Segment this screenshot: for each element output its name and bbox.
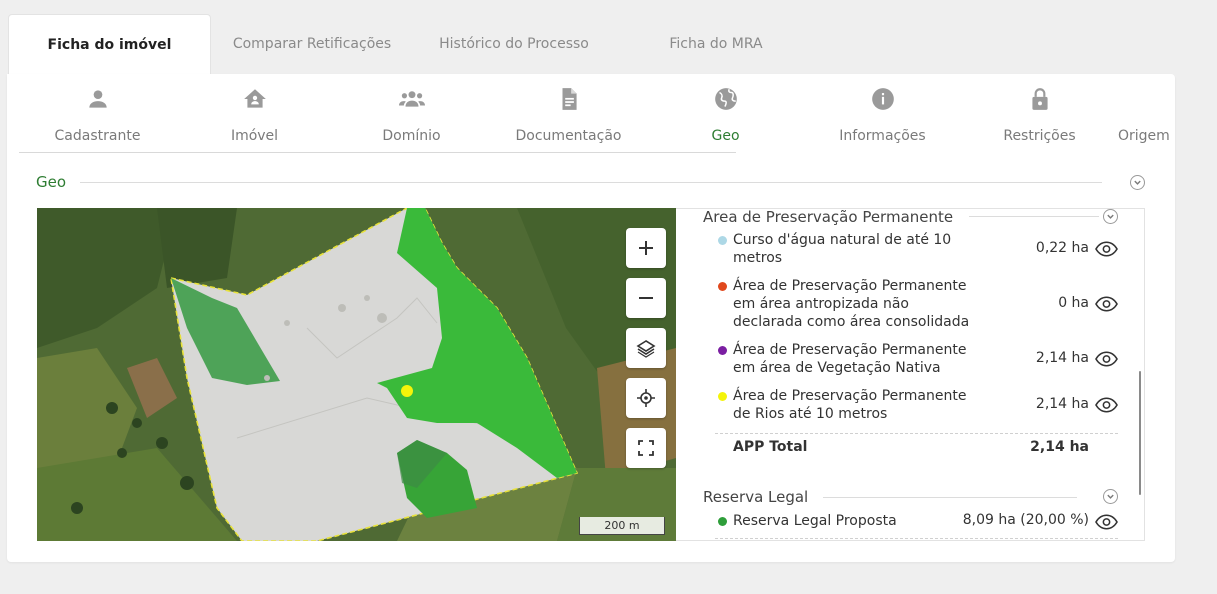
tab-documentacao[interactable]: Documentação [490, 74, 647, 154]
app-total-value: 2,14 ha [1030, 439, 1089, 455]
legend-dot [718, 236, 727, 245]
item-value: 2,14 ha [1035, 396, 1089, 412]
eye-icon[interactable] [1095, 241, 1118, 257]
layers-button[interactable] [626, 328, 666, 368]
item-label: Área de Preservação Permanente em área a… [733, 278, 970, 330]
map-view[interactable]: 200 m [37, 208, 676, 541]
tab-underline [19, 152, 736, 153]
item-label: Área de Preservação Permanente em área d… [733, 342, 967, 376]
locate-button[interactable] [626, 378, 666, 418]
fullscreen-button[interactable] [626, 428, 666, 468]
chevron-down-icon[interactable] [1103, 489, 1118, 504]
content-card: Cadastrante Imóvel Domínio Documentação … [7, 74, 1175, 562]
item-label: Reserva Legal Proposta [733, 513, 897, 529]
tab-cadastrante[interactable]: Cadastrante [19, 74, 176, 154]
globe-icon [647, 86, 804, 112]
legend-dot [718, 346, 727, 355]
divider [969, 216, 1099, 217]
divider [823, 497, 1077, 498]
locate-icon [637, 389, 655, 407]
person-icon [19, 86, 176, 112]
item-value: 0 ha [1058, 295, 1089, 311]
map-scale: 200 m [579, 517, 665, 535]
tab-label: Domínio [382, 128, 441, 144]
tab-historico-do-processo[interactable]: Histórico do Processo [413, 14, 615, 74]
group-icon [333, 86, 490, 112]
tab-label: Cadastrante [54, 128, 141, 144]
chevron-down-icon[interactable] [1103, 209, 1118, 224]
eye-icon[interactable] [1095, 351, 1118, 367]
top-tab-bar: Ficha do imóvel Comparar Retificações Hi… [8, 14, 818, 74]
house-icon [176, 86, 333, 112]
zoom-in-icon [639, 241, 653, 255]
divider [80, 182, 1102, 183]
tab-ficha-do-mra[interactable]: Ficha do MRA [615, 14, 817, 74]
tab-informacoes[interactable]: Informações [804, 74, 961, 154]
tab-label: Geo [711, 128, 740, 144]
legend-dot [718, 282, 727, 291]
legend-dot [718, 517, 727, 526]
eye-icon[interactable] [1095, 514, 1118, 530]
document-icon [490, 86, 647, 112]
divider [715, 538, 1118, 539]
eye-icon[interactable] [1095, 397, 1118, 413]
layers-icon [636, 340, 656, 358]
divider [715, 433, 1118, 434]
tab-origem-das[interactable]: Origem das [1118, 74, 1175, 154]
item-label: Área de Preservação Permanente de Rios a… [733, 388, 967, 422]
tab-ficha-do-imovel[interactable]: Ficha do imóvel [8, 14, 211, 74]
section-tab-bar: Cadastrante Imóvel Domínio Documentação … [19, 74, 1175, 154]
lock-icon [961, 86, 1118, 112]
eye-icon[interactable] [1095, 296, 1118, 312]
tab-label: Documentação [515, 128, 622, 144]
tab-label: Imóvel [230, 128, 279, 144]
info-icon [804, 86, 961, 112]
reserva-section-title: Reserva Legal [703, 488, 809, 506]
tab-label: Origem das [1118, 128, 1175, 144]
item-label: Curso d'água natural de até 10 metros [733, 232, 952, 266]
tab-geo[interactable]: Geo [647, 74, 804, 154]
legend-dot [718, 392, 727, 401]
app-total-label: APP Total [733, 439, 808, 455]
item-value: 0,22 ha [1035, 240, 1089, 256]
chevron-down-icon[interactable] [1130, 175, 1145, 190]
tab-dominio[interactable]: Domínio [333, 74, 490, 154]
satellite-imagery [37, 208, 676, 541]
tab-restricoes[interactable]: Restrições [961, 74, 1118, 154]
zoom-out-button[interactable] [626, 278, 666, 318]
item-value: 8,09 ha (20,00 %) [962, 512, 1089, 528]
zoom-out-icon [639, 297, 653, 299]
tab-label: Informações [839, 128, 926, 144]
app-section-title: Area de Preservação Permanente [703, 208, 954, 226]
fullscreen-icon [638, 440, 654, 456]
tab-label: Restrições [1003, 128, 1076, 144]
scrollbar[interactable] [1139, 371, 1141, 495]
geo-section-title: Geo [36, 173, 67, 191]
zoom-in-button[interactable] [626, 228, 666, 268]
item-value: 2,14 ha [1035, 350, 1089, 366]
tab-imovel[interactable]: Imóvel [176, 74, 333, 154]
tab-comparar-retificacoes[interactable]: Comparar Retificações [211, 14, 413, 74]
geo-info-panel[interactable]: Area de Preservação Permanente Curso d'á… [676, 208, 1145, 541]
